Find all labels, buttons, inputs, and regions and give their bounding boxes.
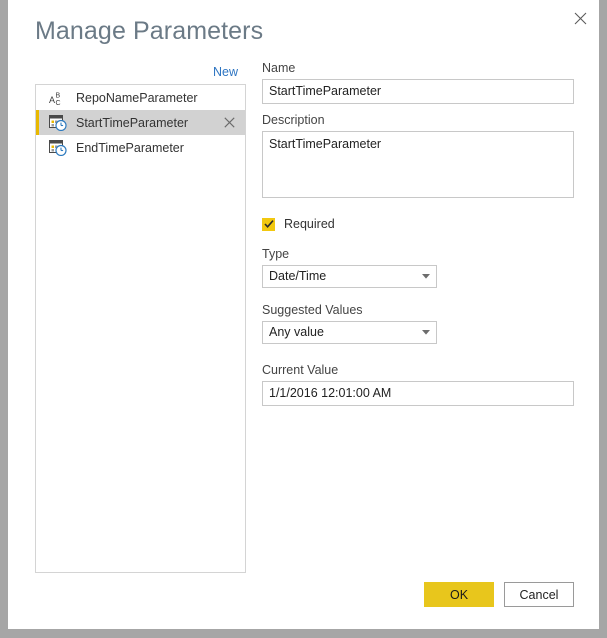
dialog-title-bar: Manage Parameters	[8, 0, 599, 62]
abc-text-icon: A B C	[47, 89, 68, 107]
suggested-values-label: Suggested Values	[262, 303, 363, 317]
list-item-label: StartTimeParameter	[76, 115, 189, 130]
calendar-clock-icon	[47, 114, 68, 132]
svg-text:A: A	[49, 95, 55, 105]
current-value-label: Current Value	[262, 363, 339, 377]
svg-text:C: C	[55, 100, 60, 106]
description-label: Description	[262, 113, 325, 127]
suggested-values-select[interactable]: Any value	[262, 321, 437, 344]
current-value-field[interactable]: 1/1/2016 12:01:00 AM	[262, 381, 574, 406]
type-label: Type	[262, 247, 290, 261]
list-item-label: RepoNameParameter	[76, 90, 198, 105]
suggested-values-select-value: Any value	[269, 325, 324, 339]
dialog-footer: OK Cancel	[424, 582, 574, 607]
delete-parameter-icon[interactable]	[222, 116, 236, 130]
list-item-label: EndTimeParameter	[76, 140, 184, 155]
type-select[interactable]: Date/Time	[262, 265, 437, 288]
name-label: Name	[262, 61, 296, 75]
list-item[interactable]: A B C RepoNameParameter	[36, 85, 245, 110]
svg-text:B: B	[55, 92, 60, 99]
required-checkbox-row[interactable]: Required	[262, 215, 335, 233]
required-checkbox[interactable]	[262, 217, 275, 231]
list-item[interactable]: EndTimeParameter	[36, 135, 245, 160]
cancel-button[interactable]: Cancel	[504, 582, 574, 607]
page-title: Manage Parameters	[35, 17, 264, 45]
chevron-down-icon	[422, 266, 430, 287]
chevron-down-icon	[422, 322, 430, 343]
required-label: Required	[284, 217, 335, 231]
calendar-clock-icon	[47, 139, 68, 157]
list-item[interactable]: StartTimeParameter	[36, 110, 245, 135]
manage-parameters-dialog: Manage Parameters New A B C RepoNamePara…	[8, 0, 599, 629]
close-icon[interactable]	[565, 5, 595, 31]
new-parameter-link[interactable]: New	[208, 65, 238, 79]
ok-button[interactable]: OK	[424, 582, 494, 607]
name-field[interactable]: StartTimeParameter	[262, 79, 574, 104]
type-select-value: Date/Time	[269, 269, 327, 283]
parameter-detail-form: Name StartTimeParameter Description Star…	[262, 60, 574, 406]
description-field[interactable]: StartTimeParameter	[262, 131, 574, 198]
parameter-list[interactable]: A B C RepoNameParameter StartTimeParamet…	[35, 84, 246, 573]
